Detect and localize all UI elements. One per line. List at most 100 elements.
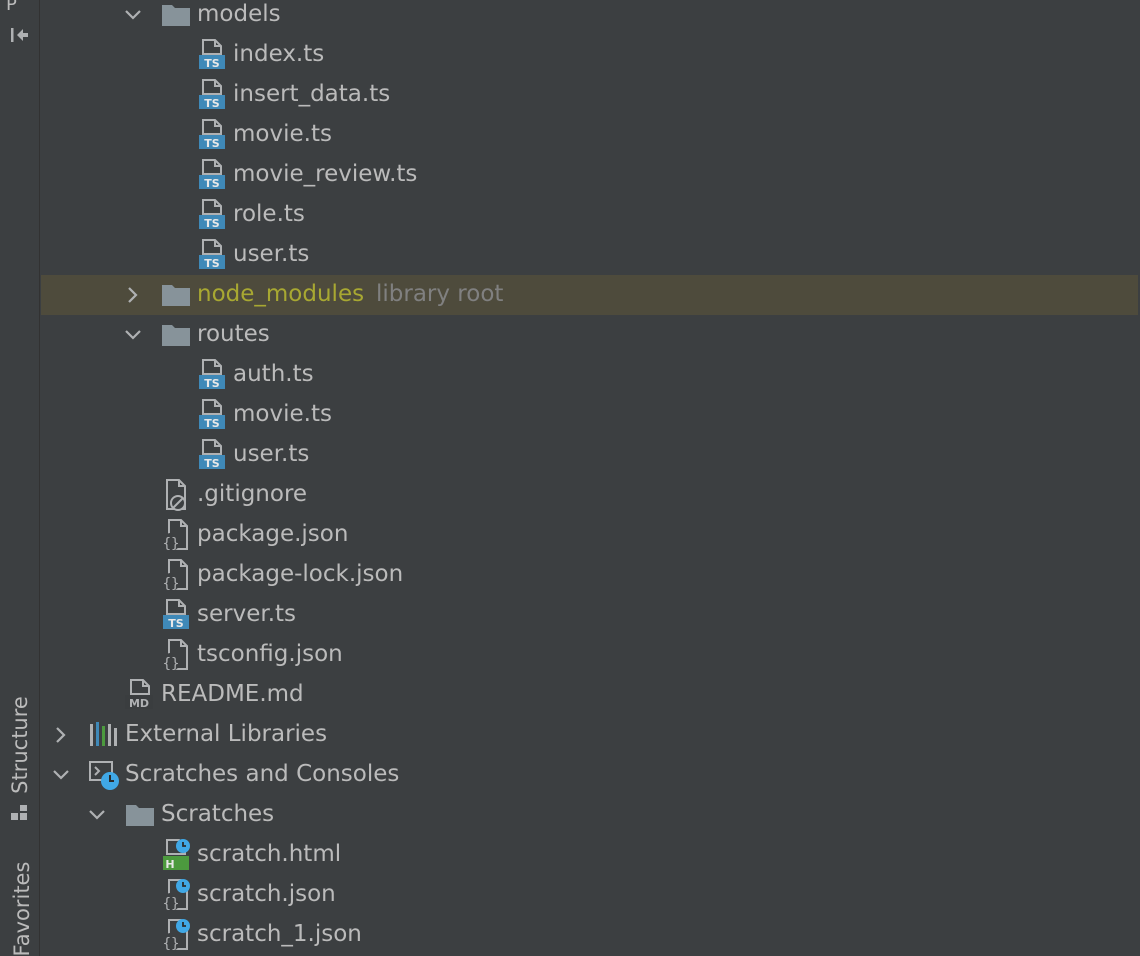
tree-row-label: movie_review.ts <box>233 161 418 187</box>
tree-row-scratch-json[interactable]: {} scratch.json <box>41 875 1138 915</box>
tree-row-label: scratch.json <box>197 881 336 907</box>
svg-text:TS: TS <box>204 177 220 190</box>
tree-row-label: scratch_1.json <box>197 921 362 947</box>
svg-text:TS: TS <box>204 417 220 430</box>
structure-tab-label[interactable]: Structure <box>8 695 32 795</box>
folder-icon <box>126 805 154 826</box>
ide-window: P Structure Favorites models TS index.ts TS… <box>0 0 1140 956</box>
tree-row-gitignore[interactable]: .gitignore <box>41 475 1138 515</box>
ignore-file-icon <box>166 479 186 511</box>
svg-text:TS: TS <box>168 617 184 630</box>
project-tab-label[interactable]: P <box>6 0 17 15</box>
tree-row-label: External Libraries <box>125 721 328 747</box>
svg-text:{}: {} <box>163 536 180 552</box>
typescript-file-icon: TS <box>199 399 225 430</box>
svg-text:{}: {} <box>163 936 180 952</box>
tree-row-tsconfig-json[interactable]: {} tsconfig.json <box>41 635 1138 675</box>
tree-row-label: Scratches <box>161 801 275 827</box>
tree-row-label: role.ts <box>233 201 305 227</box>
chevron-right-icon[interactable] <box>51 725 71 745</box>
tool-window-strip: P Structure Favorites <box>0 0 40 956</box>
tree-row-models[interactable]: models <box>41 0 1138 35</box>
tree-row-label: movie.ts <box>233 401 332 427</box>
tree-row-role-ts[interactable]: TS role.ts <box>41 195 1138 235</box>
tree-row-user-ts[interactable]: TS user.ts <box>41 435 1138 475</box>
chevron-down-icon[interactable] <box>51 765 71 785</box>
tree-row-node-modules[interactable]: node_modules library root <box>41 275 1138 315</box>
tree-row-insert-data-ts[interactable]: TS insert_data.ts <box>41 75 1138 115</box>
tree-row-user-ts[interactable]: TS user.ts <box>41 235 1138 275</box>
tree-row-auth-ts[interactable]: TS auth.ts <box>41 355 1138 395</box>
project-tree[interactable]: models TS index.ts TS insert_data.ts TS movie.… <box>41 0 1140 956</box>
library-root-hint: library root <box>376 281 504 307</box>
tree-row-label: package-lock.json <box>197 561 404 587</box>
tree-row-label: server.ts <box>197 601 297 627</box>
tree-row-movie-ts[interactable]: TS movie.ts <box>41 395 1138 435</box>
chevron-down-icon[interactable] <box>123 5 143 25</box>
favorites-tab-label[interactable]: Favorites <box>10 859 34 956</box>
tree-row-movie-review-ts[interactable]: TS movie_review.ts <box>41 155 1138 195</box>
folder-icon <box>162 285 190 306</box>
tree-row-label: scratch.html <box>197 841 342 867</box>
svg-text:{}: {} <box>163 896 180 912</box>
chevron-right-icon[interactable] <box>123 285 143 305</box>
svg-text:TS: TS <box>204 137 220 150</box>
svg-text:TS: TS <box>204 57 220 70</box>
tree-row-package-json[interactable]: {} package.json <box>41 515 1138 555</box>
svg-text:TS: TS <box>204 257 220 270</box>
chevron-down-icon[interactable] <box>123 325 143 345</box>
svg-text:H: H <box>165 858 174 871</box>
tree-row-label: Scratches and Consoles <box>125 761 400 787</box>
tree-row-label: tsconfig.json <box>197 641 343 667</box>
tree-row-label: user.ts <box>233 241 310 267</box>
markdown-file-icon: MD <box>125 679 153 710</box>
chevron-down-icon[interactable] <box>87 805 107 825</box>
tree-row-scratch-html[interactable]: Hscratch.html <box>41 835 1138 875</box>
tree-row-label: README.md <box>161 681 304 707</box>
typescript-file-icon: TS <box>199 359 225 390</box>
typescript-file-icon: TS <box>199 159 225 190</box>
folder-icon <box>162 5 190 26</box>
project-tab-icon[interactable] <box>9 25 31 45</box>
svg-text:{}: {} <box>163 656 180 672</box>
typescript-file-icon: TS <box>199 39 225 70</box>
typescript-file-icon: TS <box>199 199 225 230</box>
libraries-icon <box>90 722 117 746</box>
svg-text:MD: MD <box>129 697 149 710</box>
tree-row-label: node_modules <box>197 281 365 307</box>
tree-row-readme-md[interactable]: MD README.md <box>41 675 1138 715</box>
folder-icon <box>162 325 190 346</box>
json-file-icon: {} <box>162 639 188 672</box>
tree-row-label: package.json <box>197 521 349 547</box>
json-file-icon: {} <box>162 519 188 552</box>
tree-row-index-ts[interactable]: TS index.ts <box>41 35 1138 75</box>
svg-text:TS: TS <box>204 217 220 230</box>
svg-text:{}: {} <box>163 576 180 592</box>
tree-row-label: .gitignore <box>197 481 308 507</box>
typescript-file-icon: TS <box>163 599 189 630</box>
tree-row-label: movie.ts <box>233 121 332 147</box>
tree-row-label: routes <box>197 321 270 347</box>
tree-row-scratches-and-consoles[interactable]: Scratches and Consoles <box>41 755 1138 795</box>
svg-text:TS: TS <box>204 97 220 110</box>
typescript-file-icon: TS <box>199 79 225 110</box>
tree-row-label: models <box>197 1 281 27</box>
typescript-file-icon: TS <box>199 239 225 270</box>
html-scratch-icon: H <box>163 839 190 871</box>
typescript-file-icon: TS <box>199 439 225 470</box>
json-file-icon: {} <box>162 559 188 592</box>
tree-row-scratches[interactable]: Scratches <box>41 795 1138 835</box>
tree-row-label: auth.ts <box>233 361 314 387</box>
tree-row-movie-ts[interactable]: TS movie.ts <box>41 115 1138 155</box>
structure-icon[interactable] <box>9 804 29 824</box>
scratches-icon <box>89 761 119 790</box>
tree-row-label: insert_data.ts <box>233 81 391 107</box>
tree-row-server-ts[interactable]: TS server.ts <box>41 595 1138 635</box>
tree-row-package-lock-json[interactable]: {} package-lock.json <box>41 555 1138 595</box>
tree-row-routes[interactable]: routes <box>41 315 1138 355</box>
tree-row-scratch-1-json[interactable]: {} scratch_1.json <box>41 915 1138 955</box>
tree-row-label: index.ts <box>233 41 325 67</box>
tree-row-external-libraries[interactable]: External Libraries <box>41 715 1138 755</box>
tree-row-label: user.ts <box>233 441 310 467</box>
typescript-file-icon: TS <box>199 119 225 150</box>
